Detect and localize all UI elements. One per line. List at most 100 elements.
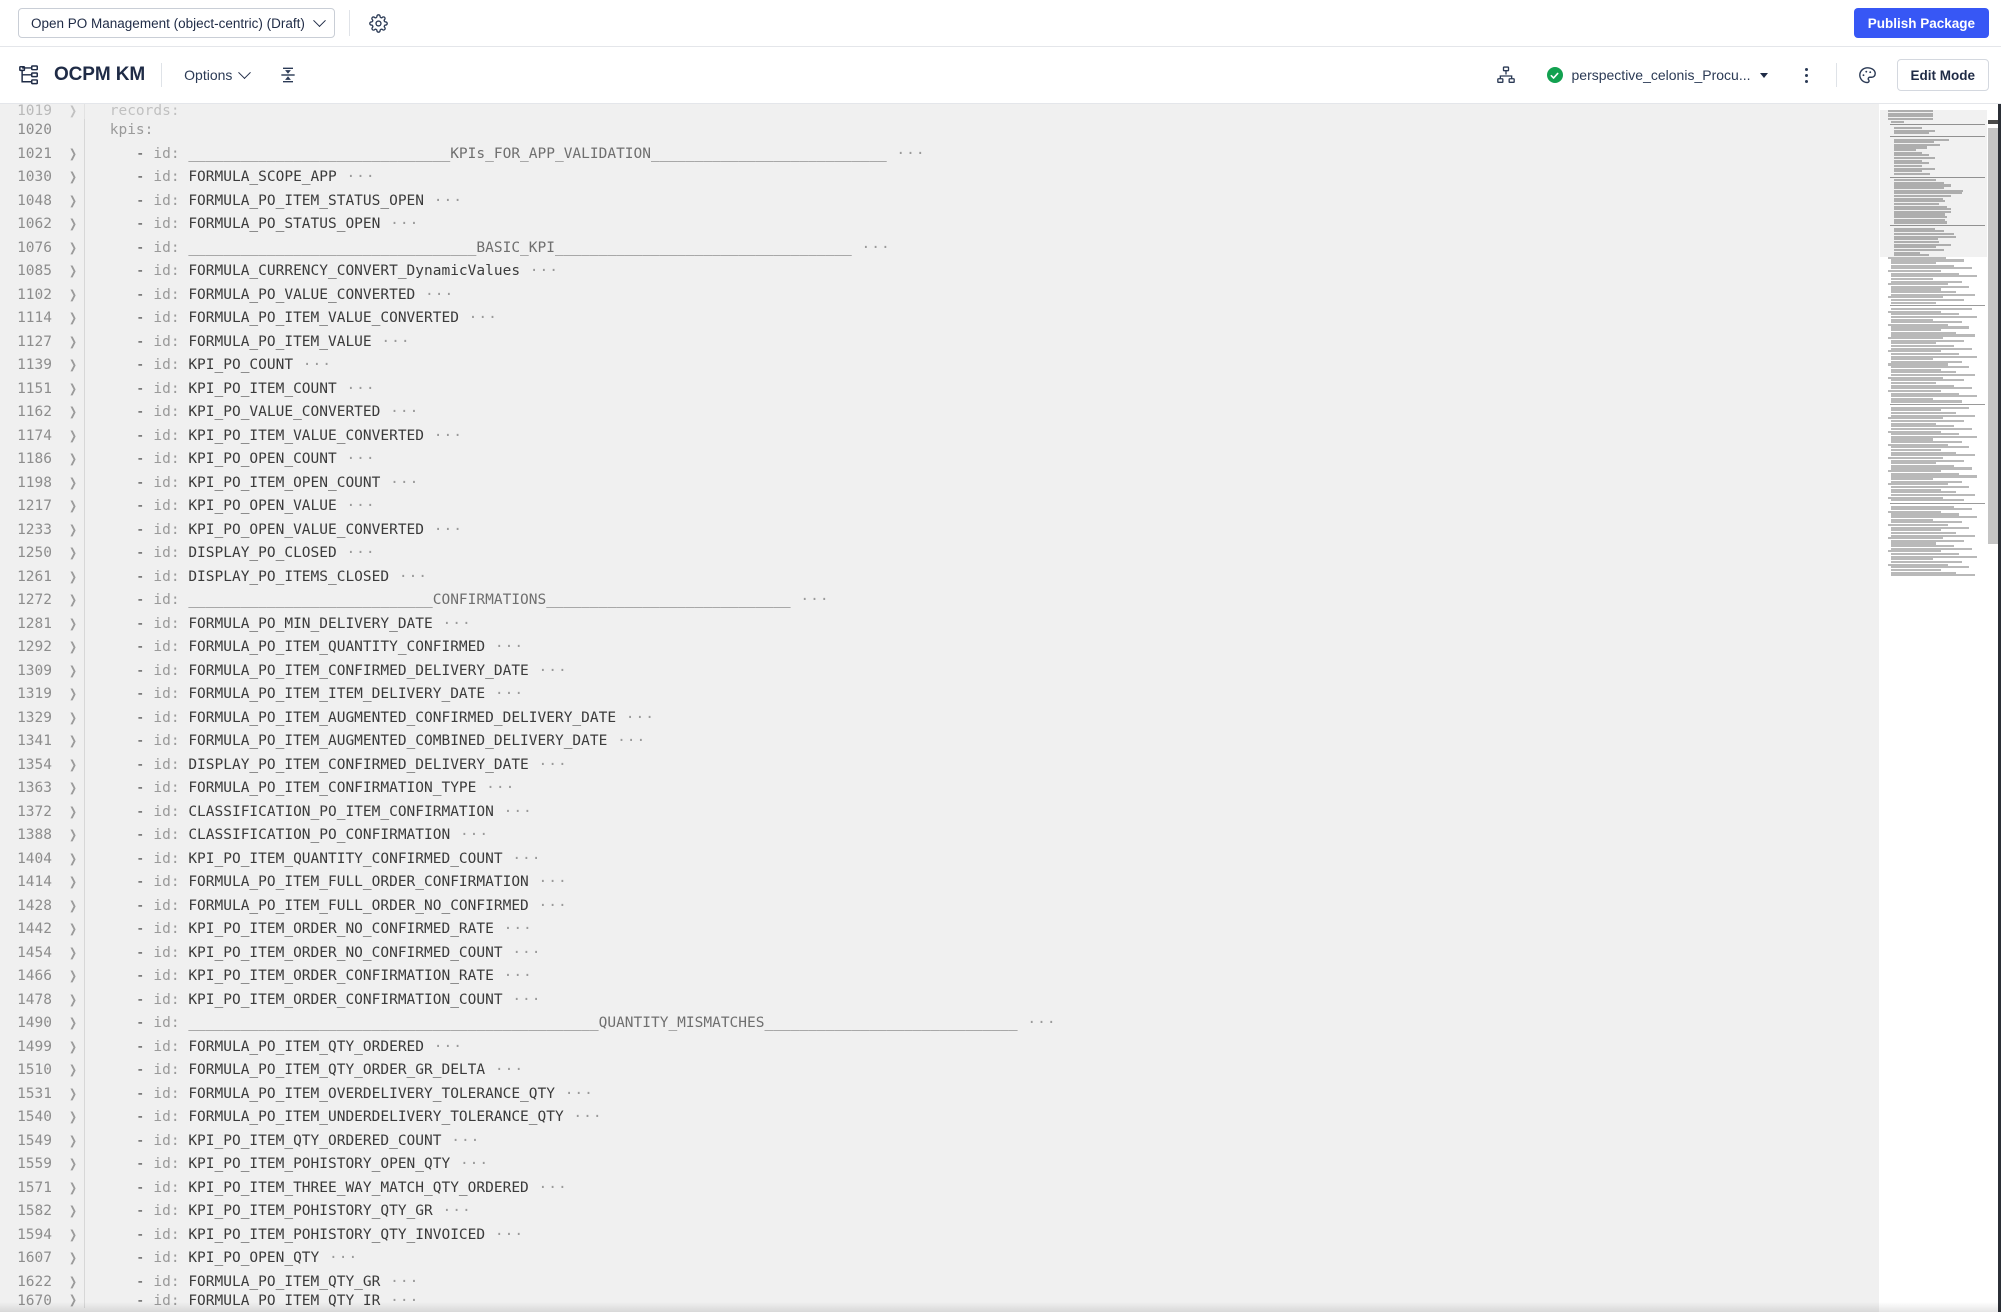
code-line[interactable]: 1233❯ - id: KPI_PO_OPEN_VALUE_CONVERTED …	[0, 519, 1879, 543]
fold-chevron-icon[interactable]: ❯	[62, 918, 84, 942]
fold-chevron-icon[interactable]: ❯	[62, 104, 84, 119]
code-line[interactable]: 1388❯ - id: CLASSIFICATION_PO_CONFIRMATI…	[0, 824, 1879, 848]
fold-chevron-icon[interactable]: ❯	[62, 354, 84, 378]
code-line[interactable]: 1571❯ - id: KPI_PO_ITEM_THREE_WAY_MATCH_…	[0, 1177, 1879, 1201]
org-chart-icon[interactable]	[1491, 60, 1521, 90]
code-text: - id: FORMULA_PO_ITEM_FULL_ORDER_CONFIRM…	[85, 871, 1879, 895]
fold-chevron-icon[interactable]: ❯	[62, 777, 84, 801]
code-line[interactable]: 1250❯ - id: DISPLAY_PO_CLOSED ···	[0, 542, 1879, 566]
code-line[interactable]: 1139❯ - id: KPI_PO_COUNT ···	[0, 354, 1879, 378]
code-line[interactable]: 1363❯ - id: FORMULA_PO_ITEM_CONFIRMATION…	[0, 777, 1879, 801]
code-line[interactable]: 1442❯ - id: KPI_PO_ITEM_ORDER_NO_CONFIRM…	[0, 918, 1879, 942]
fold-chevron-icon[interactable]: ❯	[62, 1247, 84, 1271]
code-line[interactable]: 1582❯ - id: KPI_PO_ITEM_POHISTORY_QTY_GR…	[0, 1200, 1879, 1224]
code-line[interactable]: 1478❯ - id: KPI_PO_ITEM_ORDER_CONFIRMATI…	[0, 989, 1879, 1013]
code-line[interactable]: 1372❯ - id: CLASSIFICATION_PO_ITEM_CONFI…	[0, 801, 1879, 825]
code-line[interactable]: 1076❯ - id: ____________________________…	[0, 237, 1879, 261]
code-line[interactable]: 1020 kpis:	[0, 119, 1879, 143]
code-line[interactable]: 1354❯ - id: DISPLAY_PO_ITEM_CONFIRMED_DE…	[0, 754, 1879, 778]
code-line[interactable]: 1174❯ - id: KPI_PO_ITEM_VALUE_CONVERTED …	[0, 425, 1879, 449]
fold-chevron-icon[interactable]: ❯	[62, 1200, 84, 1224]
code-text: - id: KPI_PO_ITEM_OPEN_COUNT ···	[85, 472, 1879, 496]
fold-chevron-icon[interactable]: ❯	[62, 636, 84, 660]
code-line[interactable]: 1030❯ - id: FORMULA_SCOPE_APP ···	[0, 166, 1879, 190]
code-line[interactable]: 1404❯ - id: KPI_PO_ITEM_QUANTITY_CONFIRM…	[0, 848, 1879, 872]
code-line[interactable]: 1428❯ - id: FORMULA_PO_ITEM_FULL_ORDER_N…	[0, 895, 1879, 919]
code-text: - id: FORMULA_PO_ITEM_QTY_ORDERED ···	[85, 1036, 1879, 1060]
code-line[interactable]: 1292❯ - id: FORMULA_PO_ITEM_QUANTITY_CON…	[0, 636, 1879, 660]
code-text: - id: KPI_PO_ITEM_ORDER_NO_CONFIRMED_RAT…	[85, 918, 1879, 942]
code-line[interactable]: 1499❯ - id: FORMULA_PO_ITEM_QTY_ORDERED …	[0, 1036, 1879, 1060]
fold-chevron-icon[interactable]: ❯	[62, 824, 84, 848]
code-line[interactable]: 1454❯ - id: KPI_PO_ITEM_ORDER_NO_CONFIRM…	[0, 942, 1879, 966]
fold-chevron-icon[interactable]: ❯	[62, 1106, 84, 1130]
kebab-menu-icon[interactable]	[1794, 62, 1820, 88]
code-line[interactable]: 1309❯ - id: FORMULA_PO_ITEM_CONFIRMED_DE…	[0, 660, 1879, 684]
code-lines-container[interactable]: 1019❯ records:1020 kpis:1021❯ - id: ____…	[0, 104, 1879, 1312]
fold-chevron-icon[interactable]: ❯	[62, 213, 84, 237]
code-line[interactable]: 1261❯ - id: DISPLAY_PO_ITEMS_CLOSED ···	[0, 566, 1879, 590]
code-line[interactable]: 1622❯ - id: FORMULA_PO_ITEM_QTY_GR ···	[0, 1271, 1879, 1295]
edit-mode-button[interactable]: Edit Mode	[1897, 59, 1990, 91]
code-line[interactable]: 1127❯ - id: FORMULA_PO_ITEM_VALUE ···	[0, 331, 1879, 355]
gear-icon[interactable]	[364, 8, 394, 38]
code-line[interactable]: 1466❯ - id: KPI_PO_ITEM_ORDER_CONFIRMATI…	[0, 965, 1879, 989]
fold-chevron-icon[interactable]: ❯	[62, 307, 84, 331]
fold-chevron-icon[interactable]: ❯	[62, 495, 84, 519]
line-number: 1319	[0, 683, 62, 707]
code-line[interactable]: 1102❯ - id: FORMULA_PO_VALUE_CONVERTED ·…	[0, 284, 1879, 308]
fold-chevron-icon[interactable]: ❯	[62, 1294, 84, 1308]
code-line[interactable]: 1162❯ - id: KPI_PO_VALUE_CONVERTED ···	[0, 401, 1879, 425]
code-line[interactable]: 1329❯ - id: FORMULA_PO_ITEM_AUGMENTED_CO…	[0, 707, 1879, 731]
fold-chevron-icon[interactable]: ❯	[62, 683, 84, 707]
code-line[interactable]: 1490❯ - id: ____________________________…	[0, 1012, 1879, 1036]
options-menu-button[interactable]: Options	[178, 63, 255, 87]
code-line[interactable]: 1048❯ - id: FORMULA_PO_ITEM_STATUS_OPEN …	[0, 190, 1879, 214]
code-line[interactable]: 1085❯ - id: FORMULA_CURRENCY_CONVERT_Dyn…	[0, 260, 1879, 284]
code-line[interactable]: 1594❯ - id: KPI_PO_ITEM_POHISTORY_QTY_IN…	[0, 1224, 1879, 1248]
fold-chevron-icon[interactable]: ❯	[62, 542, 84, 566]
fold-chevron-icon[interactable]: ❯	[62, 166, 84, 190]
fold-chevron-icon[interactable]: ❯	[62, 1153, 84, 1177]
fold-chevron-icon[interactable]: ❯	[62, 871, 84, 895]
fold-chevron-icon[interactable]: ❯	[62, 730, 84, 754]
code-line[interactable]: 1670❯ - id: FORMULA_PO_ITEM_QTY_IR ···	[0, 1294, 1879, 1308]
code-line[interactable]: 1549❯ - id: KPI_PO_ITEM_QTY_ORDERED_COUN…	[0, 1130, 1879, 1154]
line-number: 1233	[0, 519, 62, 543]
page-title: OCPM KM	[54, 64, 145, 86]
code-line[interactable]: 1510❯ - id: FORMULA_PO_ITEM_QTY_ORDER_GR…	[0, 1059, 1879, 1083]
fold-chevron-icon[interactable]: ❯	[62, 965, 84, 989]
code-line[interactable]: 1341❯ - id: FORMULA_PO_ITEM_AUGMENTED_CO…	[0, 730, 1879, 754]
code-line[interactable]: 1531❯ - id: FORMULA_PO_ITEM_OVERDELIVERY…	[0, 1083, 1879, 1107]
publish-package-button[interactable]: Publish Package	[1854, 8, 1989, 38]
fold-chevron-icon[interactable]: ❯	[62, 401, 84, 425]
editor-minimap[interactable]	[1879, 104, 2001, 1312]
collapse-all-icon[interactable]	[273, 60, 303, 90]
fold-chevron-icon[interactable]: ❯	[62, 1059, 84, 1083]
line-number: 1062	[0, 213, 62, 237]
code-line[interactable]: 1559❯ - id: KPI_PO_ITEM_POHISTORY_OPEN_Q…	[0, 1153, 1879, 1177]
perspective-selector[interactable]: perspective_celonis_Procu...	[1547, 67, 1768, 83]
code-text: - id: KPI_PO_ITEM_THREE_WAY_MATCH_QTY_OR…	[85, 1177, 1879, 1201]
code-line[interactable]: 1062❯ - id: FORMULA_PO_STATUS_OPEN ···	[0, 213, 1879, 237]
fold-chevron-icon[interactable]: ❯	[62, 448, 84, 472]
code-line[interactable]: 1607❯ - id: KPI_PO_OPEN_QTY ···	[0, 1247, 1879, 1271]
fold-chevron-icon[interactable]: ❯	[62, 1012, 84, 1036]
fold-chevron-icon[interactable]: ❯	[62, 1271, 84, 1295]
code-line[interactable]: 1151❯ - id: KPI_PO_ITEM_COUNT ···	[0, 378, 1879, 402]
code-line[interactable]: 1319❯ - id: FORMULA_PO_ITEM_ITEM_DELIVER…	[0, 683, 1879, 707]
code-line[interactable]: 1414❯ - id: FORMULA_PO_ITEM_FULL_ORDER_C…	[0, 871, 1879, 895]
fold-chevron-icon[interactable]: ❯	[62, 260, 84, 284]
code-line[interactable]: 1540❯ - id: FORMULA_PO_ITEM_UNDERDELIVER…	[0, 1106, 1879, 1130]
code-line[interactable]: 1019❯ records:	[0, 104, 1879, 119]
code-line[interactable]: 1272❯ - id: ____________________________…	[0, 589, 1879, 613]
code-line[interactable]: 1186❯ - id: KPI_PO_OPEN_COUNT ···	[0, 448, 1879, 472]
fold-chevron-icon[interactable]: ❯	[62, 589, 84, 613]
package-selector[interactable]: Open PO Management (object-centric) (Dra…	[18, 8, 335, 38]
code-line[interactable]: 1114❯ - id: FORMULA_PO_ITEM_VALUE_CONVER…	[0, 307, 1879, 331]
code-line[interactable]: 1021❯ - id: ____________________________…	[0, 143, 1879, 167]
palette-icon[interactable]	[1853, 60, 1883, 90]
code-line[interactable]: 1198❯ - id: KPI_PO_ITEM_OPEN_COUNT ···	[0, 472, 1879, 496]
code-line[interactable]: 1217❯ - id: KPI_PO_OPEN_VALUE ···	[0, 495, 1879, 519]
code-line[interactable]: 1281❯ - id: FORMULA_PO_MIN_DELIVERY_DATE…	[0, 613, 1879, 637]
